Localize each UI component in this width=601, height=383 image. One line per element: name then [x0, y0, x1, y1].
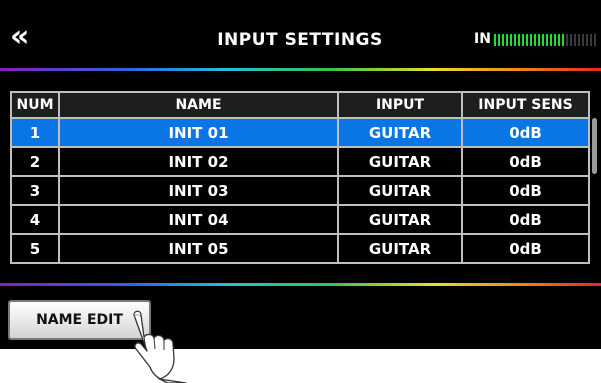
cell-input-sens[interactable]: 0dB — [461, 146, 590, 177]
table-row[interactable]: 2 INIT 02 GUITAR 0dB — [10, 146, 590, 177]
cell-input[interactable]: GUITAR — [337, 204, 463, 235]
table-header-row: NUM NAME INPUT INPUT SENS — [10, 91, 590, 119]
table-row[interactable]: 1 INIT 01 GUITAR 0dB — [10, 117, 590, 148]
cell-input[interactable]: GUITAR — [337, 117, 463, 148]
pointing-hand-icon — [133, 310, 187, 383]
header-bar: « INPUT SETTINGS IN — [0, 0, 601, 70]
column-header-input: INPUT — [337, 91, 463, 119]
cell-name[interactable]: INIT 02 — [58, 146, 339, 177]
input-level-label: IN — [474, 31, 491, 47]
meter-fill — [494, 34, 566, 46]
cell-input[interactable]: GUITAR — [337, 175, 463, 206]
table-row[interactable]: 3 INIT 03 GUITAR 0dB — [10, 175, 590, 206]
cell-name[interactable]: INIT 03 — [58, 175, 339, 206]
cell-input-sens[interactable]: 0dB — [461, 233, 590, 264]
cell-input[interactable]: GUITAR — [337, 146, 463, 177]
back-button[interactable]: « — [10, 20, 50, 54]
column-header-name: NAME — [58, 91, 339, 119]
cell-name[interactable]: INIT 05 — [58, 233, 339, 264]
input-level-meter — [494, 34, 596, 46]
page-title: INPUT SETTINGS — [217, 30, 383, 50]
input-settings-table: NUM NAME INPUT INPUT SENS 1 INIT 01 GUIT… — [10, 91, 590, 264]
table-row[interactable]: 5 INIT 05 GUITAR 0dB — [10, 233, 590, 264]
cell-num: 4 — [10, 204, 60, 235]
cell-input-sens[interactable]: 0dB — [461, 175, 590, 206]
device-screen: « INPUT SETTINGS IN NUM NAME INPUT INPUT… — [0, 0, 601, 349]
cell-input[interactable]: GUITAR — [337, 233, 463, 264]
cell-input-sens[interactable]: 0dB — [461, 204, 590, 235]
table-row[interactable]: 4 INIT 04 GUITAR 0dB — [10, 204, 590, 235]
table-scrollbar[interactable] — [592, 118, 597, 174]
cell-name[interactable]: INIT 04 — [58, 204, 339, 235]
cell-num: 2 — [10, 146, 60, 177]
column-header-num: NUM — [10, 91, 60, 119]
cell-num: 5 — [10, 233, 60, 264]
rainbow-divider-bottom — [0, 283, 601, 286]
column-header-input-sens: INPUT SENS — [461, 91, 590, 119]
cell-name[interactable]: INIT 01 — [58, 117, 339, 148]
cell-num: 1 — [10, 117, 60, 148]
cell-input-sens[interactable]: 0dB — [461, 117, 590, 148]
rainbow-divider-top — [0, 68, 601, 71]
cell-num: 3 — [10, 175, 60, 206]
double-chevron-left-icon: « — [10, 19, 30, 54]
